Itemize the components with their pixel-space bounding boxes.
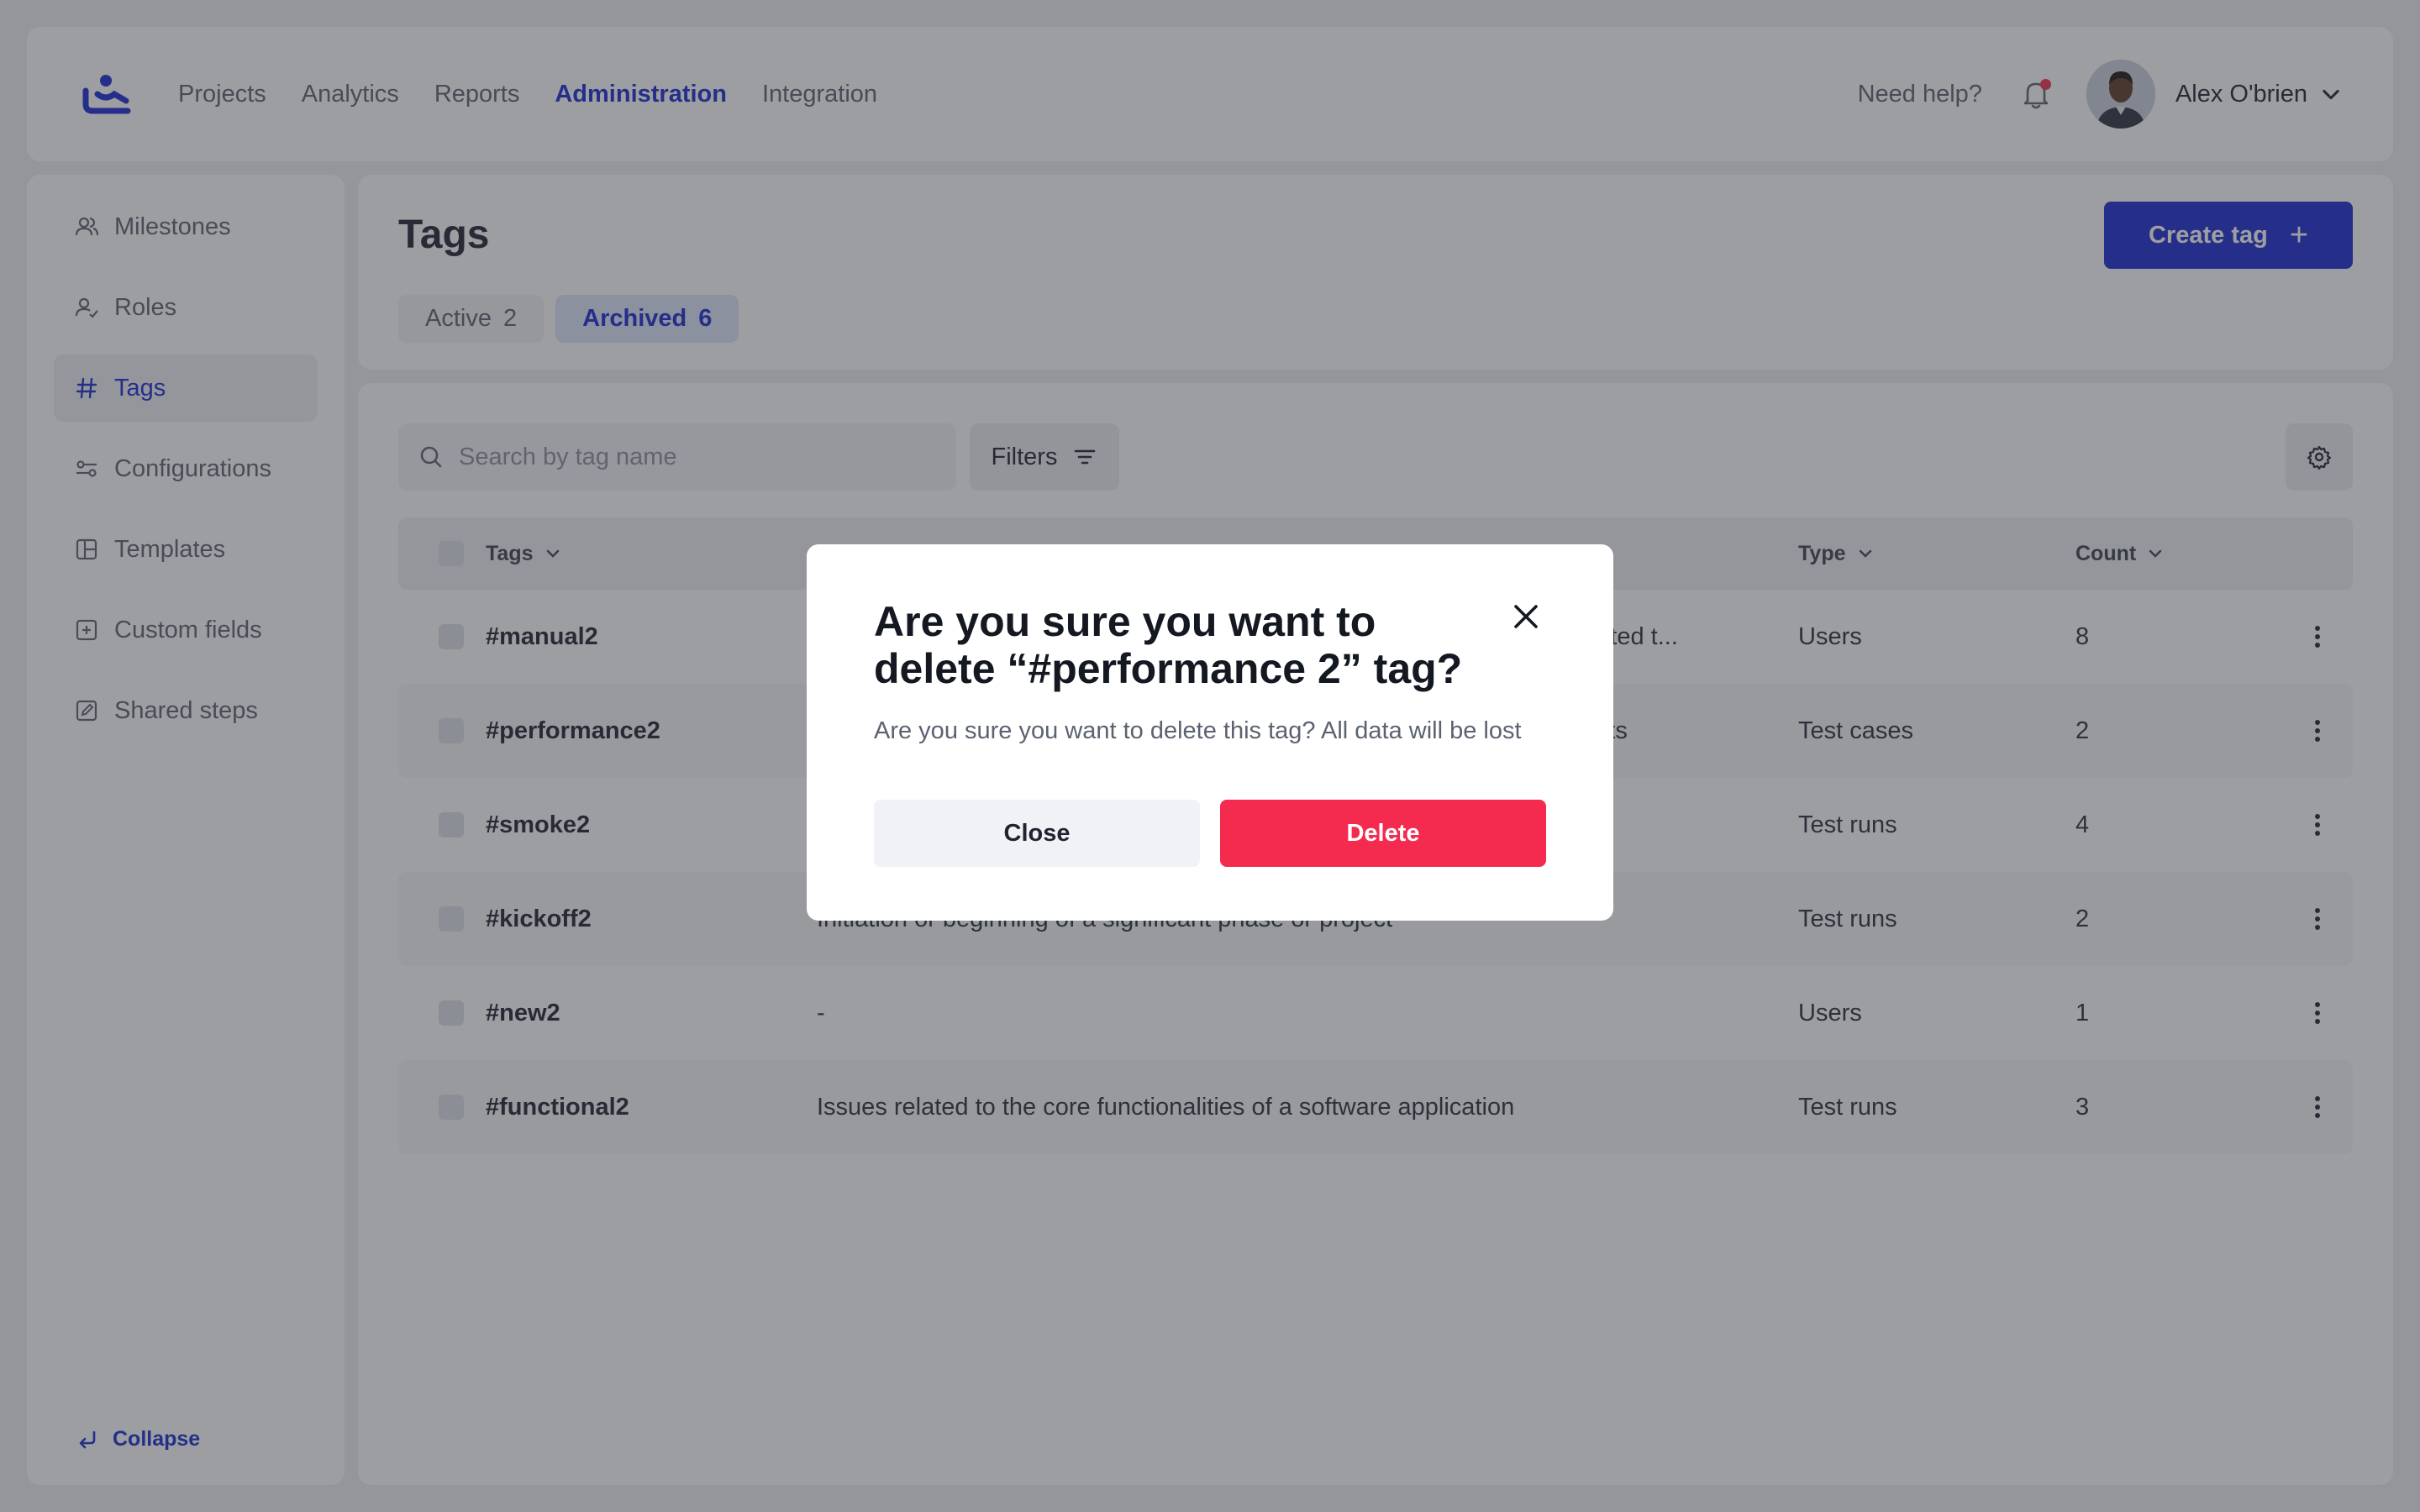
delete-tag-dialog: Are you sure you want to delete “#perfor… <box>807 544 1613 921</box>
delete-button[interactable]: Delete <box>1220 800 1546 867</box>
dialog-close-button[interactable] <box>1506 596 1546 637</box>
close-icon <box>1514 605 1538 628</box>
dialog-message: Are you sure you want to delete this tag… <box>874 717 1522 744</box>
dialog-actions: Close Delete <box>874 800 1546 867</box>
close-button[interactable]: Close <box>874 800 1200 867</box>
dialog-title: Are you sure you want to delete “#perfor… <box>874 598 1463 692</box>
